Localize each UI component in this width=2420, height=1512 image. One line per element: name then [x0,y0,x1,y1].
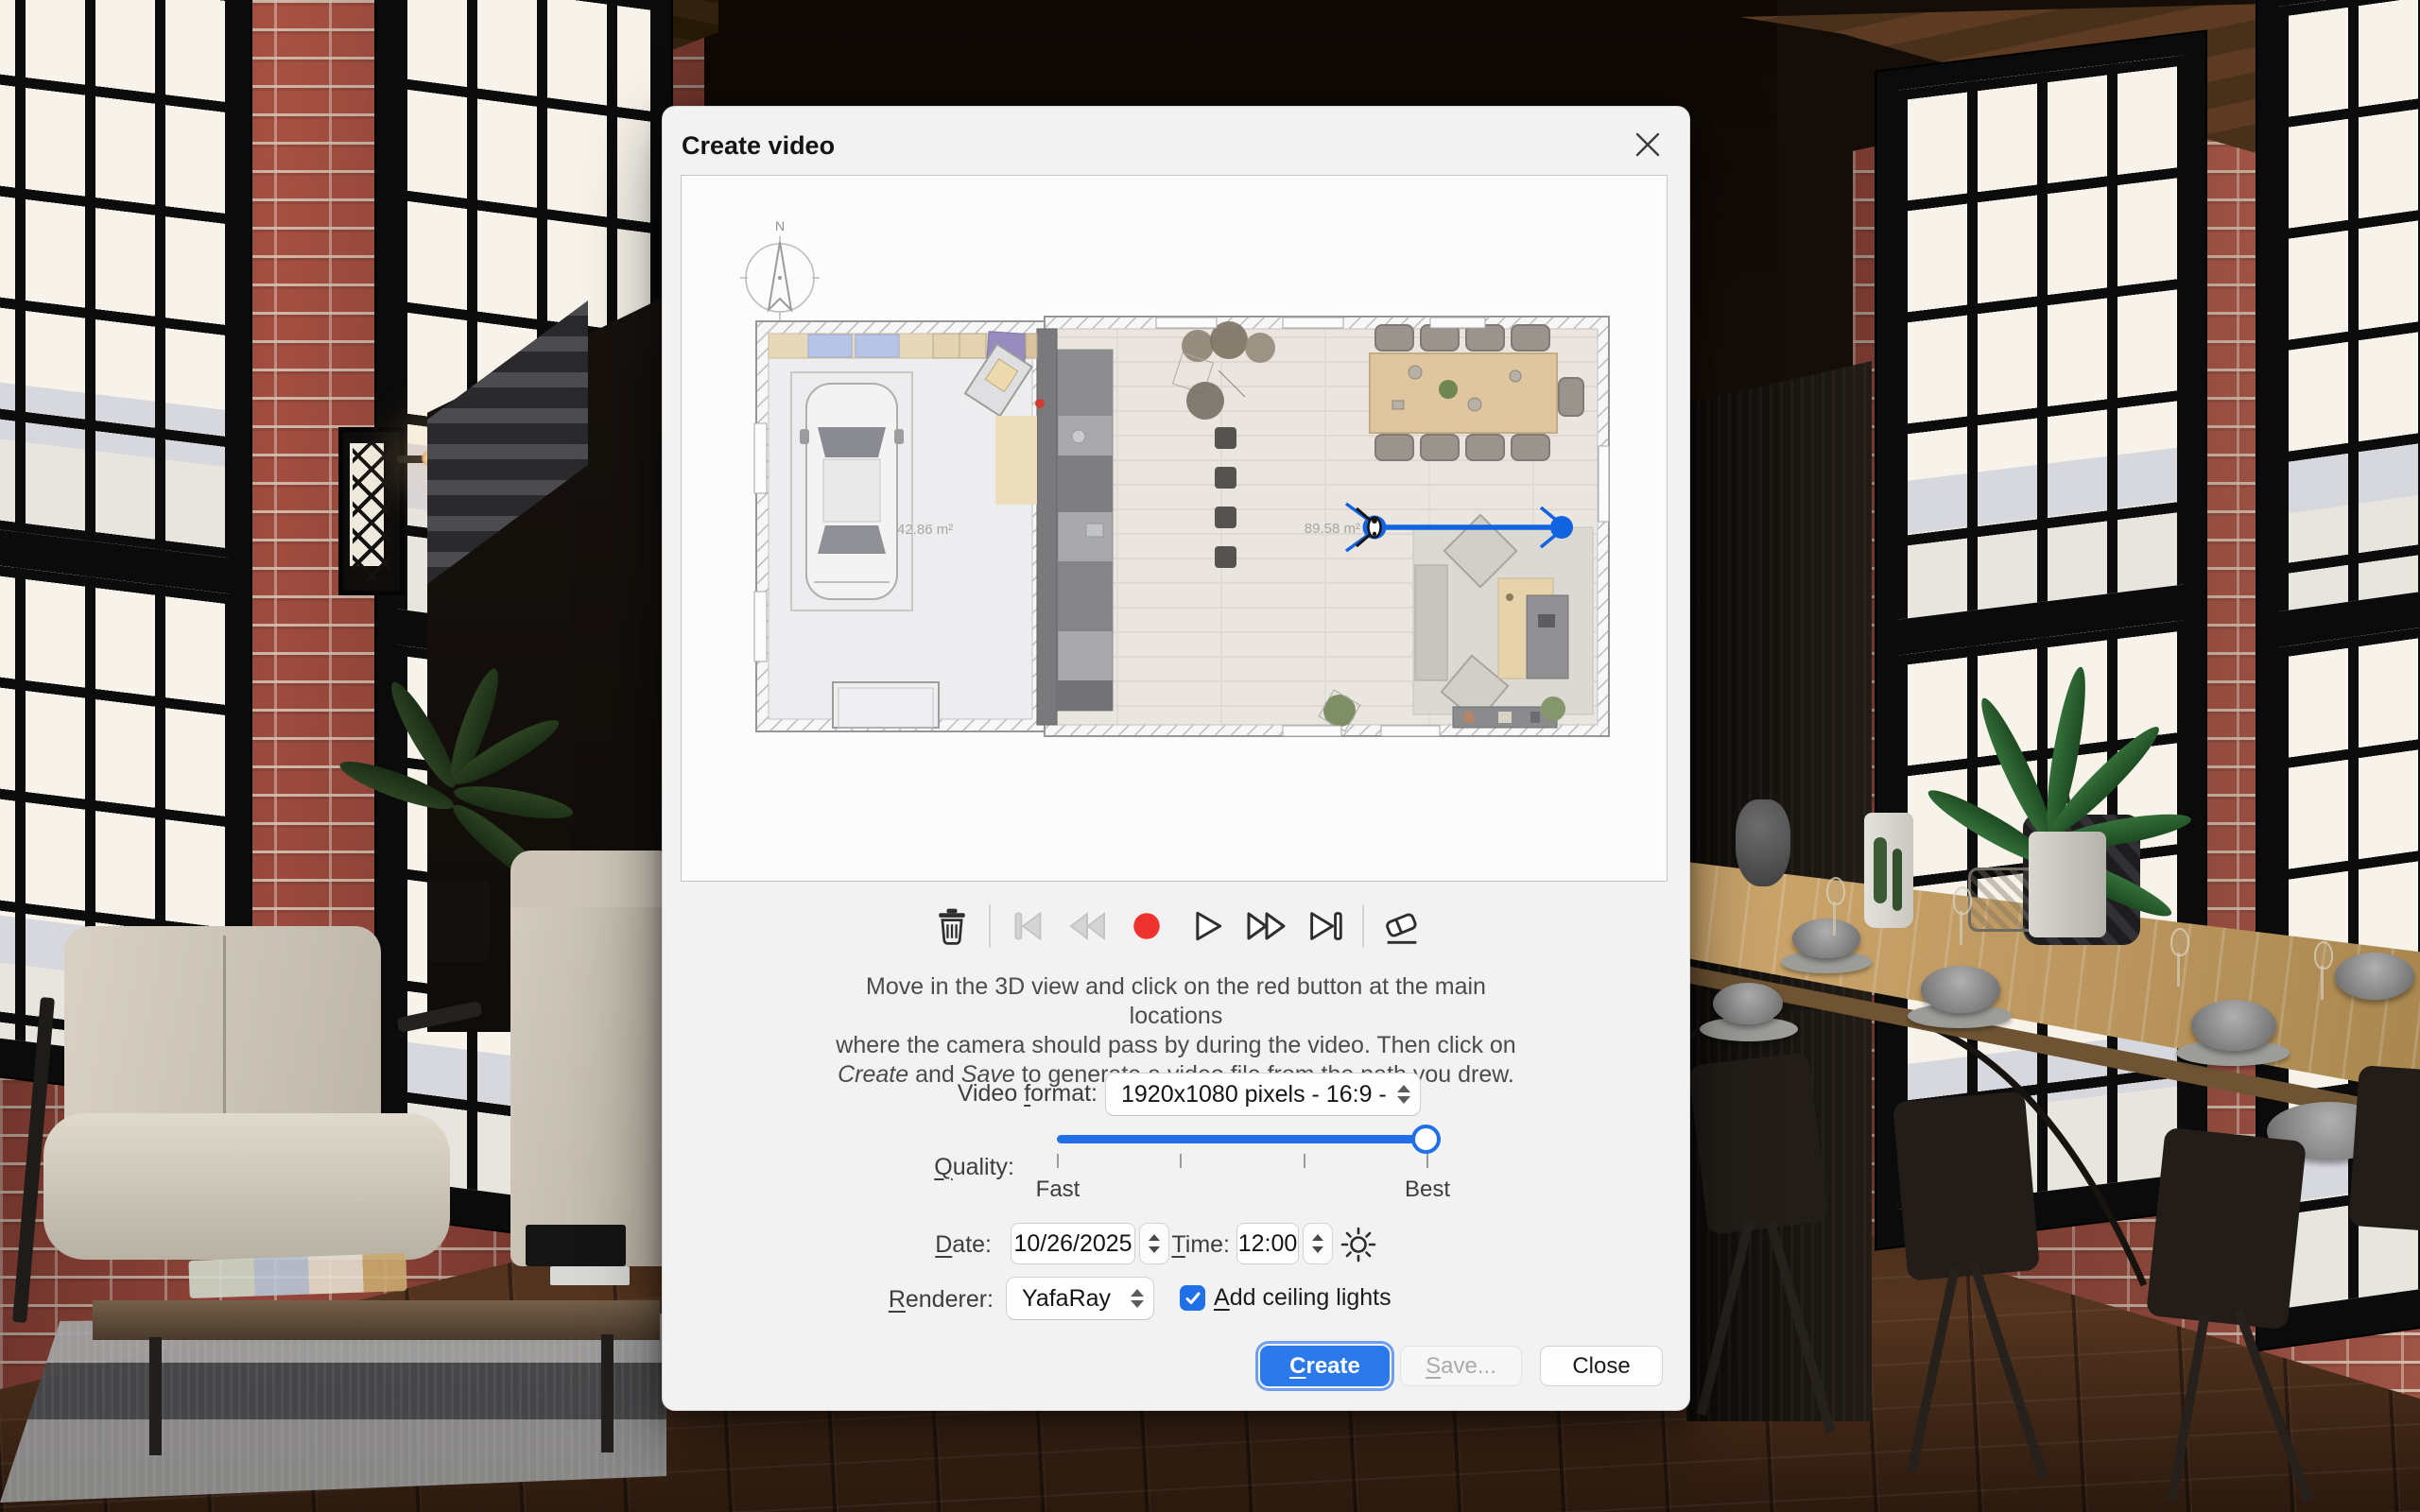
wall-sconce-light [397,455,429,463]
time-field[interactable] [1236,1223,1299,1264]
toolbar-separator [1362,904,1364,948]
delete-icon[interactable] [929,903,975,949]
ceiling-lights-checkbox[interactable] [1180,1285,1205,1311]
magazines [188,1253,406,1298]
quality-slider-thumb[interactable] [1411,1125,1441,1154]
quality-label: Quality: [786,1154,1014,1181]
date-label: Date: [786,1231,992,1259]
video-format-label: Video format: [786,1080,1098,1108]
gray-vase [1736,799,1790,886]
video-path-toolbar [663,899,1689,954]
garage-area-label: 42.86 m² [897,522,953,538]
skip-end-icon[interactable] [1303,903,1348,949]
table-leg [601,1334,614,1452]
green-plant [1910,567,2193,964]
sofa [510,879,666,1266]
camera-path-preview[interactable]: N [681,175,1668,882]
record-icon[interactable] [1124,903,1169,949]
quality-max-label: Best [1371,1177,1484,1203]
path-end-point [1550,516,1573,539]
bowl [1713,983,1783,1024]
rewind-icon [1064,903,1110,949]
coffee-table-apron [93,1300,660,1340]
bowl [2335,953,2414,1000]
bowl [1921,966,2000,1013]
save-button[interactable]: Save... [1400,1346,1522,1386]
renderer-select[interactable]: YafaRay [1006,1277,1154,1320]
close-button[interactable]: Close [1540,1346,1663,1386]
play-icon[interactable] [1184,903,1229,949]
renderer-label: Renderer: [786,1286,994,1314]
bowl [2191,1000,2276,1051]
white-cactus-vase [1864,813,1913,928]
table-leg [149,1337,162,1455]
compass-icon: N [736,217,823,329]
armchair-seat [43,1113,450,1260]
dining-chair [1893,1091,2040,1280]
time-stepper[interactable] [1303,1223,1333,1264]
slider-tick [1057,1154,1059,1168]
dining-chair [2348,1065,2420,1231]
dining-chair [1688,1052,1829,1235]
quality-min-label: Fast [1001,1177,1115,1203]
create-video-dialog: Create video N [662,106,1690,1411]
wine-glass [2310,941,2333,1000]
wine-glass [1823,877,1845,936]
video-format-select[interactable]: 1920x1080 pixels - 16:9 - 25 frames... [1105,1073,1421,1116]
slider-tick [1304,1154,1305,1168]
skip-start-icon [1005,903,1050,949]
toolbar-separator [989,904,991,948]
time-label: Time: [1164,1231,1230,1259]
dialog-title: Create video [682,131,835,161]
close-icon[interactable] [1627,124,1668,165]
floor-plan[interactable]: 42.86 m² 89.58 m² [753,314,1612,739]
slider-tick [1180,1154,1182,1168]
date-field[interactable] [1011,1223,1135,1264]
updown-chevrons-icon [1388,1085,1420,1104]
fast-forward-icon[interactable] [1243,903,1288,949]
ceiling-lights-label[interactable]: Add ceiling lights [1214,1284,1392,1312]
erase-icon[interactable] [1378,903,1424,949]
updown-chevrons-icon [1121,1289,1153,1308]
check-icon [1184,1290,1201,1307]
small-stair-window [338,427,405,595]
slider-tick [1426,1154,1428,1168]
quality-slider-track[interactable] [1057,1135,1435,1143]
gray-rug [0,1314,666,1503]
sun-icon [1340,1226,1377,1263]
svg-text:N: N [775,218,785,233]
create-button[interactable]: Create [1260,1346,1390,1386]
dining-chair [2146,1127,2307,1331]
room-area-label: 89.58 m² [1305,521,1360,537]
